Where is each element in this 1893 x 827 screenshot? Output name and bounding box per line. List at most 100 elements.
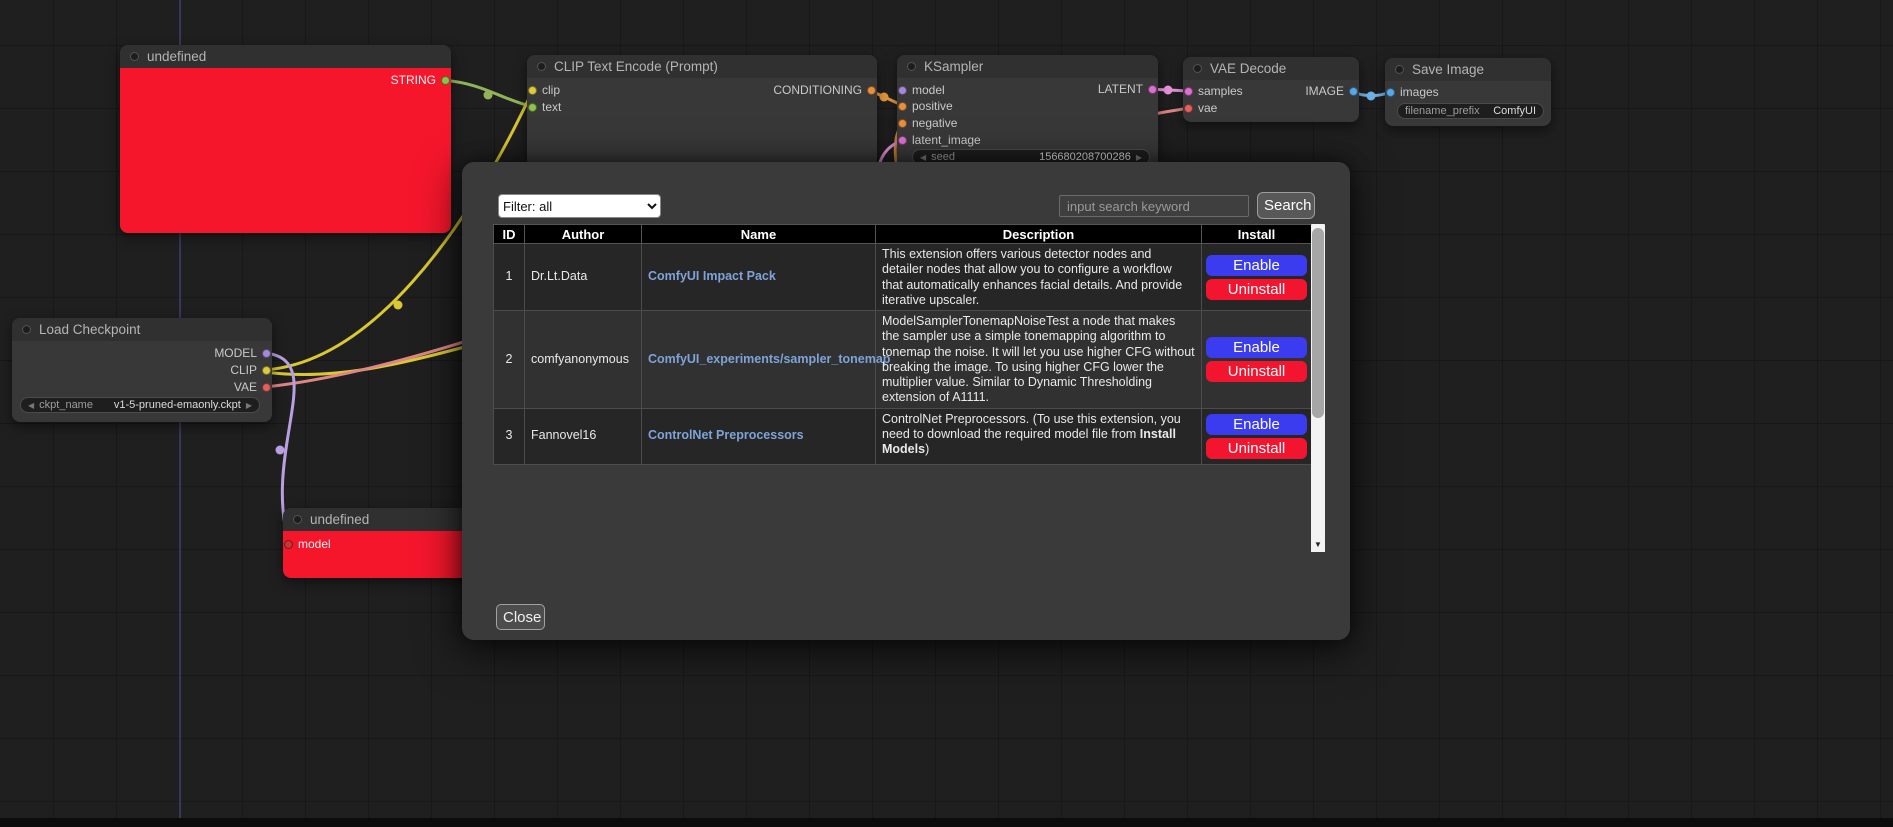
- node-title-bar[interactable]: Save Image: [1385, 58, 1551, 81]
- input-dot-positive[interactable]: [898, 102, 907, 111]
- decrement-arrow-icon[interactable]: ◀: [920, 153, 926, 162]
- scrollbar-thumb[interactable]: [1312, 228, 1324, 418]
- node-ksampler[interactable]: KSampler model positive negative latent_…: [897, 55, 1158, 170]
- node-clip-text-encode[interactable]: CLIP Text Encode (Prompt) clip text COND…: [527, 55, 877, 167]
- input-label: model: [912, 83, 945, 97]
- extension-link[interactable]: ControlNet Preprocessors: [648, 428, 804, 442]
- node-vae-decode[interactable]: VAE Decode samples vae IMAGE: [1183, 57, 1359, 122]
- node-body: images filename_prefix ComfyUI: [1385, 81, 1551, 126]
- output-dot-clip[interactable]: [262, 366, 271, 375]
- cell-description: ModelSamplerTonemapNoiseTest a node that…: [876, 311, 1202, 409]
- extension-link[interactable]: ComfyUI_experiments/sampler_tonemap: [648, 352, 890, 366]
- input-dot-negative[interactable]: [898, 119, 907, 128]
- cell-description: This extension offers various detector n…: [876, 244, 1202, 311]
- node-title: VAE Decode: [1210, 61, 1286, 76]
- description-text: ControlNet Preprocessors. (To use this e…: [882, 412, 1181, 441]
- table-row: 3 Fannovel16 ControlNet Preprocessors Co…: [494, 408, 1312, 464]
- node-save-image[interactable]: Save Image images filename_prefix ComfyU…: [1385, 58, 1551, 126]
- header-author: Author: [525, 225, 642, 244]
- output-label: MODEL: [214, 346, 257, 360]
- next-arrow-icon[interactable]: ▶: [246, 401, 252, 410]
- input-dot-samples[interactable]: [1184, 87, 1193, 96]
- cell-author: Fannovel16: [525, 408, 642, 464]
- wire-dot: [394, 301, 403, 310]
- filename-prefix-widget[interactable]: filename_prefix ComfyUI: [1397, 103, 1544, 119]
- node-body: model positive negative latent_image LAT…: [897, 78, 1158, 170]
- input-dot-latent-image[interactable]: [898, 136, 907, 145]
- previous-arrow-icon[interactable]: ◀: [28, 401, 34, 410]
- node-title: Load Checkpoint: [39, 322, 140, 337]
- increment-arrow-icon[interactable]: ▶: [1136, 153, 1142, 162]
- uninstall-button[interactable]: Uninstall: [1206, 361, 1307, 382]
- output-label: CONDITIONING: [773, 83, 862, 97]
- wire-dot: [276, 446, 285, 455]
- close-button[interactable]: Close: [496, 604, 545, 630]
- node-undefined-string[interactable]: undefined STRING: [120, 45, 451, 233]
- cell-author: Dr.Lt.Data: [525, 244, 642, 311]
- widget-value: v1-5-pruned-emaonly.ckpt: [114, 399, 241, 411]
- node-title-bar[interactable]: Load Checkpoint: [12, 318, 272, 341]
- node-title-bar[interactable]: KSampler: [897, 55, 1158, 78]
- input-dot-vae[interactable]: [1184, 104, 1193, 113]
- node-title: undefined: [147, 49, 206, 64]
- output-dot-latent[interactable]: [1148, 85, 1157, 94]
- node-load-checkpoint[interactable]: Load Checkpoint MODEL CLIP VAE ◀ ckpt_na…: [12, 318, 272, 422]
- input-label: samples: [1198, 84, 1243, 98]
- input-label: text: [542, 100, 561, 114]
- filter-select[interactable]: Filter: all: [498, 194, 661, 218]
- node-title: undefined: [310, 512, 369, 527]
- description-text: ModelSamplerTonemapNoiseTest a node that…: [882, 314, 1195, 404]
- node-title: Save Image: [1412, 62, 1484, 77]
- enable-button[interactable]: Enable: [1206, 414, 1307, 435]
- collapse-dot-icon[interactable]: [130, 52, 139, 61]
- wire-dot: [484, 91, 493, 100]
- enable-button[interactable]: Enable: [1206, 255, 1307, 276]
- cell-id: 2: [494, 311, 525, 409]
- uninstall-button[interactable]: Uninstall: [1206, 279, 1307, 300]
- collapse-dot-icon[interactable]: [293, 515, 302, 524]
- wire-dot: [1367, 92, 1376, 101]
- collapse-dot-icon[interactable]: [1193, 64, 1202, 73]
- widget-label: filename_prefix: [1405, 105, 1480, 117]
- collapse-dot-icon[interactable]: [537, 62, 546, 71]
- node-body: samples vae IMAGE: [1183, 80, 1359, 122]
- ckpt-name-widget[interactable]: ◀ ckpt_name v1-5-pruned-emaonly.ckpt ▶: [20, 397, 260, 413]
- node-title: KSampler: [924, 59, 983, 74]
- input-label: negative: [912, 116, 957, 130]
- collapse-dot-icon[interactable]: [1395, 65, 1404, 74]
- uninstall-button[interactable]: Uninstall: [1206, 438, 1307, 459]
- output-dot-image[interactable]: [1349, 87, 1358, 96]
- node-title-bar[interactable]: undefined: [120, 45, 451, 68]
- collapse-dot-icon[interactable]: [22, 325, 31, 334]
- widget-value: ComfyUI: [1493, 105, 1536, 117]
- input-dot-text[interactable]: [528, 103, 537, 112]
- search-button[interactable]: Search: [1257, 192, 1315, 219]
- node-title-bar[interactable]: VAE Decode: [1183, 57, 1359, 80]
- input-dot-clip[interactable]: [528, 86, 537, 95]
- output-label: IMAGE: [1305, 84, 1344, 98]
- node-body: MODEL CLIP VAE ◀ ckpt_name v1-5-pruned-e…: [12, 341, 272, 422]
- table-row: 1 Dr.Lt.Data ComfyUI Impact Pack This ex…: [494, 244, 1312, 311]
- input-dot-model[interactable]: [898, 86, 907, 95]
- input-label: clip: [542, 83, 560, 97]
- output-dot-conditioning[interactable]: [867, 86, 876, 95]
- output-dot-string[interactable]: [441, 76, 450, 85]
- widget-label: ckpt_name: [39, 399, 93, 411]
- table-scrollbar[interactable]: ▼: [1311, 224, 1325, 552]
- input-dot-images[interactable]: [1386, 88, 1395, 97]
- input-label: latent_image: [912, 133, 981, 147]
- output-dot-vae[interactable]: [262, 383, 271, 392]
- collapse-dot-icon[interactable]: [907, 62, 916, 71]
- search-input[interactable]: [1059, 195, 1249, 217]
- cell-id: 3: [494, 408, 525, 464]
- input-dot-model[interactable]: [284, 540, 293, 549]
- output-label: CLIP: [230, 363, 257, 377]
- scroll-down-arrow-icon[interactable]: ▼: [1311, 537, 1325, 552]
- node-title-bar[interactable]: CLIP Text Encode (Prompt): [527, 55, 877, 78]
- header-install: Install: [1202, 225, 1312, 244]
- input-label: model: [298, 537, 331, 551]
- extension-link[interactable]: ComfyUI Impact Pack: [648, 269, 776, 283]
- enable-button[interactable]: Enable: [1206, 337, 1307, 358]
- output-dot-model[interactable]: [262, 349, 271, 358]
- table-header-row: ID Author Name Description Install: [494, 225, 1312, 244]
